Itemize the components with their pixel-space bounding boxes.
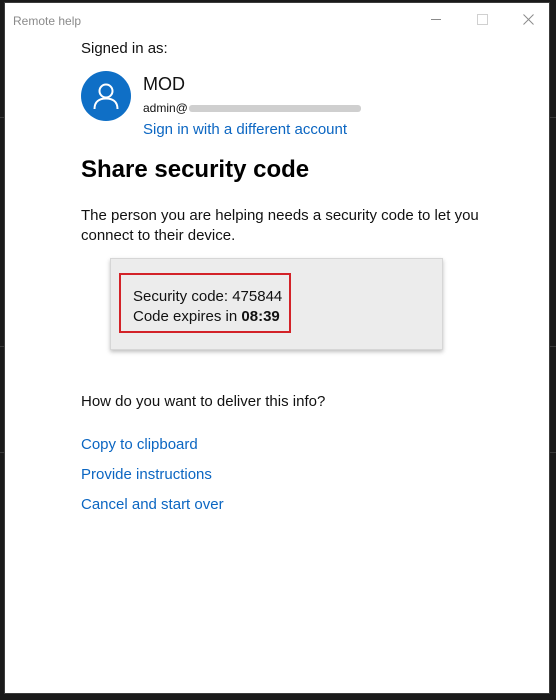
minimize-button[interactable]: [413, 3, 459, 35]
cancel-and-start-over-link[interactable]: Cancel and start over: [81, 496, 224, 513]
expiry-label: Code expires in: [133, 308, 238, 325]
expiry-line: Code expires in 08:39: [133, 308, 280, 325]
signed-in-label: Signed in as:: [81, 40, 168, 57]
security-code-value: 475844: [232, 288, 283, 305]
title-bar[interactable]: Remote help: [5, 3, 549, 35]
background-divider: [550, 346, 556, 347]
user-email-prefix: admin@: [143, 101, 188, 115]
switch-account-link[interactable]: Sign in with a different account: [143, 121, 347, 138]
user-name: MOD: [143, 74, 185, 94]
close-button[interactable]: [505, 3, 551, 35]
email-redaction: [188, 105, 361, 113]
page-title: Share security code: [81, 156, 310, 183]
remote-help-window: Remote help Signed in as: MOD admin@ Sig…: [4, 2, 550, 694]
provide-instructions-link[interactable]: Provide instructions: [81, 466, 212, 483]
background-divider: [550, 452, 556, 453]
expiry-timer: 08:39: [241, 308, 280, 325]
copy-to-clipboard-link[interactable]: Copy to clipboard: [81, 436, 198, 453]
window-title: Remote help: [13, 14, 82, 28]
maximize-button[interactable]: [459, 3, 505, 35]
person-icon: [93, 83, 119, 110]
security-code-card: Security code: 475844 Code expires in 08…: [110, 258, 443, 350]
close-icon: [522, 13, 534, 25]
security-code-line: Security code: 475844: [133, 288, 282, 305]
code-highlight-box: Security code: 475844 Code expires in 08…: [119, 273, 291, 333]
minimize-icon: [431, 18, 441, 20]
instructions-text: The person you are helping needs a secur…: [81, 207, 479, 244]
maximize-icon: [476, 13, 488, 25]
delivery-question: How do you want to deliver this info?: [81, 393, 326, 410]
background-divider: [550, 117, 556, 118]
security-code-label: Security code:: [133, 288, 229, 305]
user-email: admin@: [143, 101, 361, 115]
avatar: [81, 71, 131, 121]
